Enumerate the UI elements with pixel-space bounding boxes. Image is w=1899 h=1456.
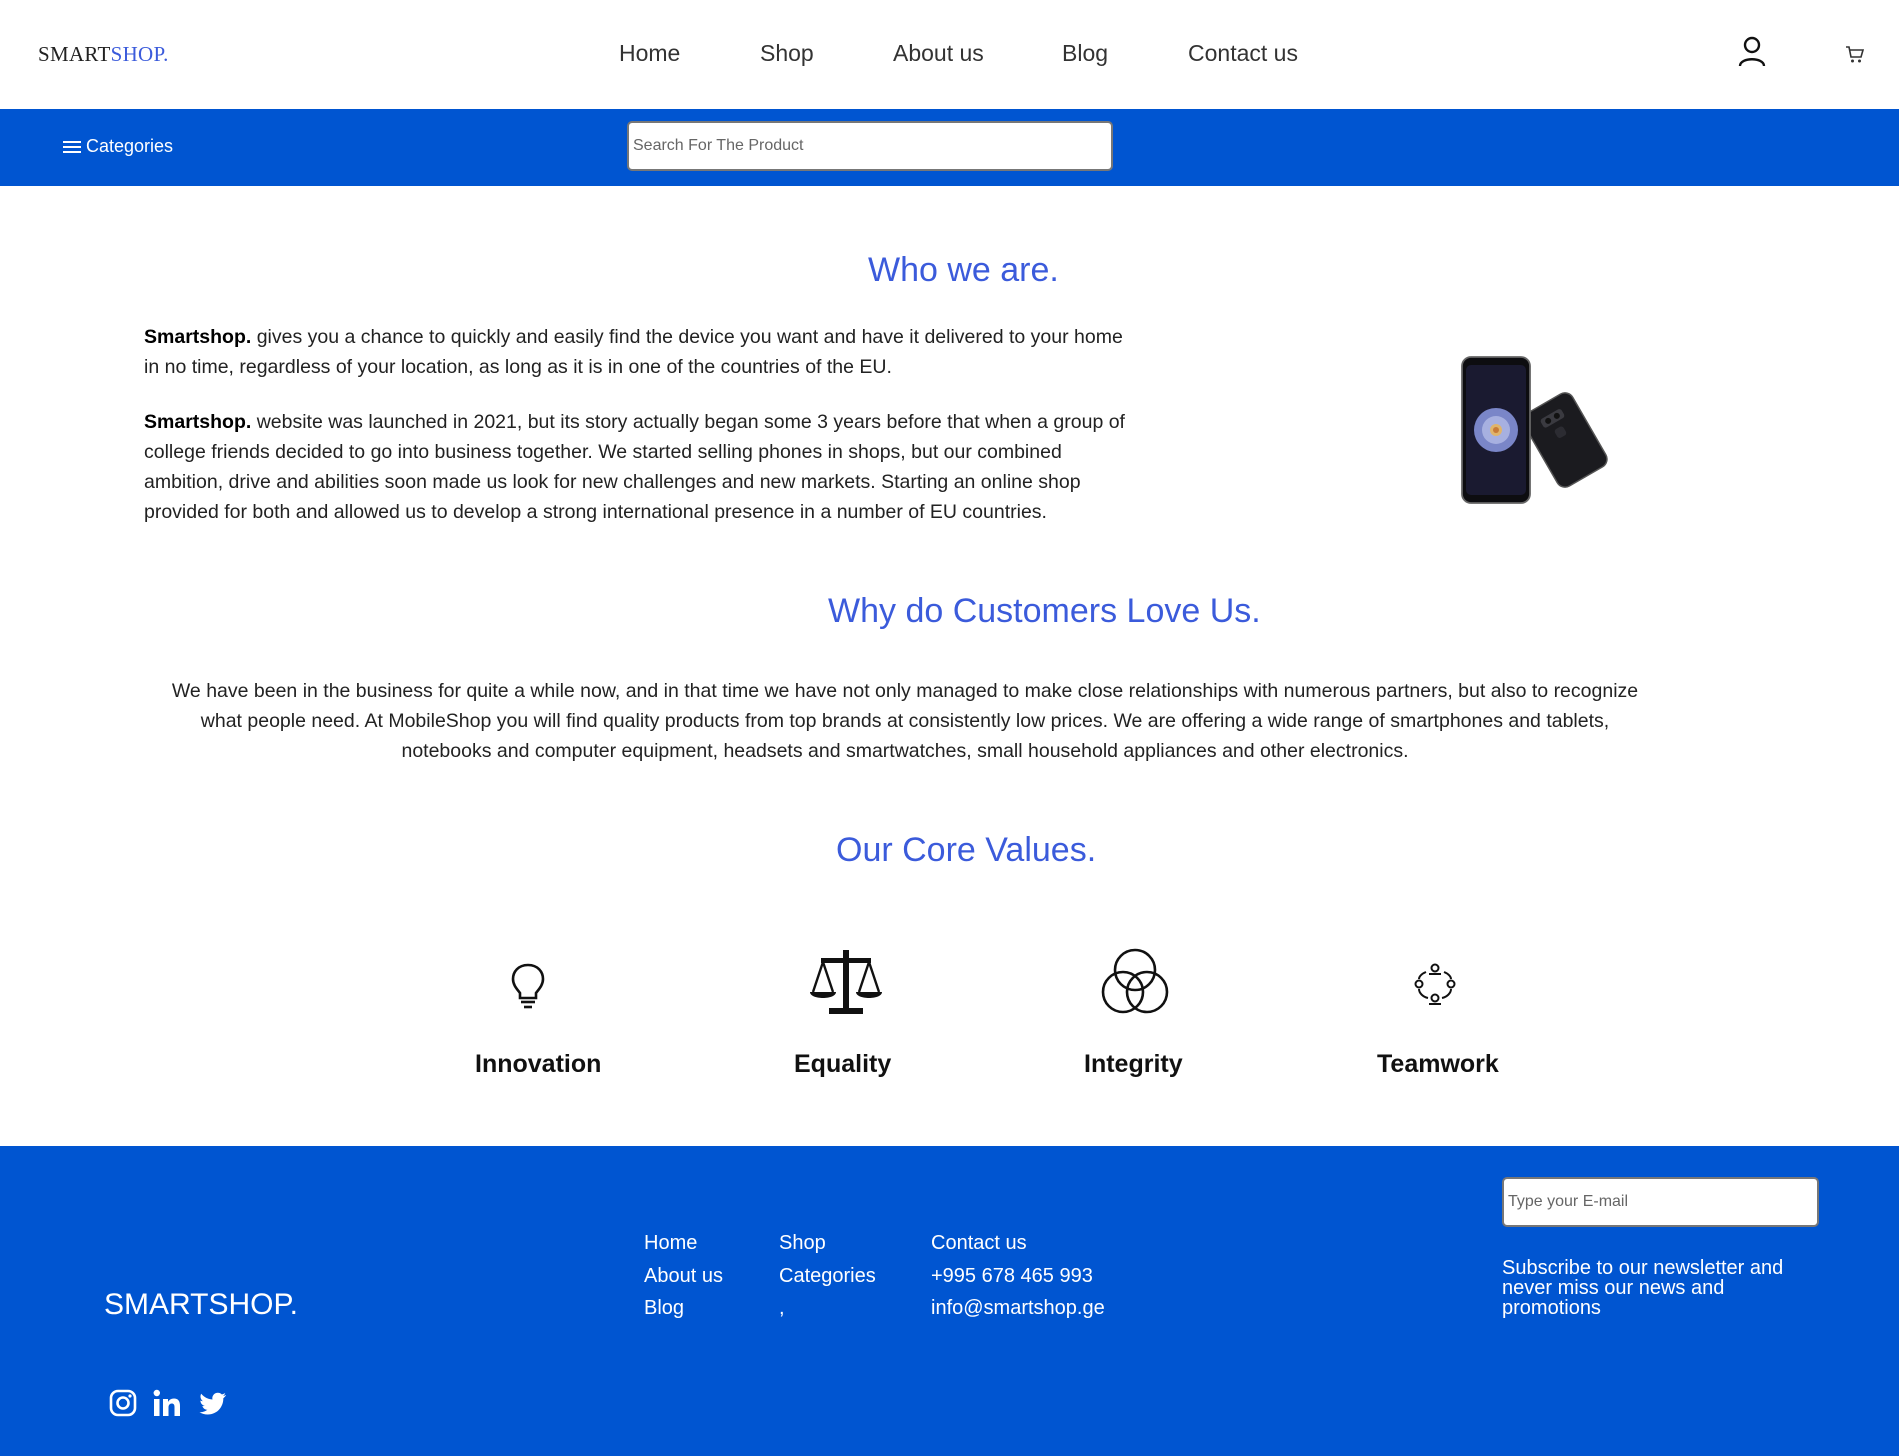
brand-bold: Smartshop. [144,411,252,433]
why-customers-love-us-title: Why do Customers Love Us. [828,592,1261,630]
footer-link-categories[interactable]: Categories [779,1265,876,1288]
site-footer: SMARTSHOP. Home About us Blog Shop Categ… [0,1146,1899,1456]
scales-icon [810,950,882,1014]
value-label-integrity: Integrity [1084,1050,1183,1078]
why-line1: We have been in the business for quite a… [171,680,1639,702]
lightbulb-icon [511,963,545,1009]
about-p1-line1: gives you a chance to quickly and easily… [251,326,1123,348]
about-paragraph-2: Smartshop. website was launched in 2021,… [144,407,1184,527]
category-search-bar: Categories [0,109,1899,186]
nav-blog[interactable]: Blog [1062,40,1108,67]
nav-contact-us[interactable]: Contact us [1188,40,1298,67]
phone-image [1461,356,1608,504]
cart-icon[interactable] [1845,44,1865,64]
newsletter-email-input[interactable] [1502,1177,1819,1227]
search-input[interactable] [627,121,1113,171]
about-p2-line4: provided for both and allowed us to deve… [144,501,1047,523]
footer-link-shop[interactable]: Shop [779,1232,826,1255]
site-header: SMARTSHOP. Home Shop About us Blog Conta… [0,0,1899,109]
categories-button[interactable]: Categories [62,136,173,157]
why-line3: notebooks and computer equipment, headse… [401,740,1409,762]
about-p2-line1: website was launched in 2021, but its st… [251,411,1125,433]
about-p2-line2: college friends decided to go into busin… [144,441,1062,463]
about-paragraph-1: Smartshop. gives you a chance to quickly… [144,322,1184,382]
core-values-title: Our Core Values. [836,831,1097,869]
nav-about-us[interactable]: About us [893,40,984,67]
categories-label: Categories [86,136,174,156]
menu-icon [63,140,81,153]
value-label-equality: Equality [794,1050,892,1078]
nav-shop[interactable]: Shop [760,40,814,67]
why-paragraph: We have been in the business for quite a… [140,676,1670,766]
value-label-innovation: Innovation [475,1050,602,1078]
footer-phone: +995 678 465 993 [931,1265,1093,1287]
user-icon[interactable] [1738,36,1766,68]
newsletter-text: Subscribe to our newsletter and never mi… [1502,1257,1784,1319]
about-p2-line3: ambition, drive and abilities soon made … [144,471,1081,493]
site-logo[interactable]: SMARTSHOP. [38,42,169,67]
logo-accent-text: SHOP. [110,42,169,66]
linkedin-icon[interactable] [152,1388,182,1418]
footer-logo[interactable]: SMARTSHOP. [104,1288,298,1322]
team-icon [1414,963,1456,1005]
value-label-teamwork: Teamwork [1377,1050,1499,1078]
footer-stray-comma: , [779,1297,785,1319]
instagram-icon[interactable] [108,1388,138,1418]
footer-link-contact-us[interactable]: Contact us [931,1232,1027,1255]
brand-bold: Smartshop. [144,326,252,348]
circles-icon [1101,948,1169,1014]
logo-main-text: SMART [38,42,111,66]
footer-link-about-us[interactable]: About us [644,1265,723,1288]
nav-home[interactable]: Home [619,40,680,67]
footer-email[interactable]: info@smartshop.ge [931,1297,1105,1320]
footer-link-home[interactable]: Home [644,1232,697,1255]
who-we-are-title: Who we are. [868,251,1059,289]
twitter-icon[interactable] [198,1388,228,1418]
why-line2: what people need. At MobileShop you will… [200,710,1610,732]
about-p1-line2: in no time, regardless of your location,… [144,356,892,378]
footer-link-blog[interactable]: Blog [644,1297,684,1320]
